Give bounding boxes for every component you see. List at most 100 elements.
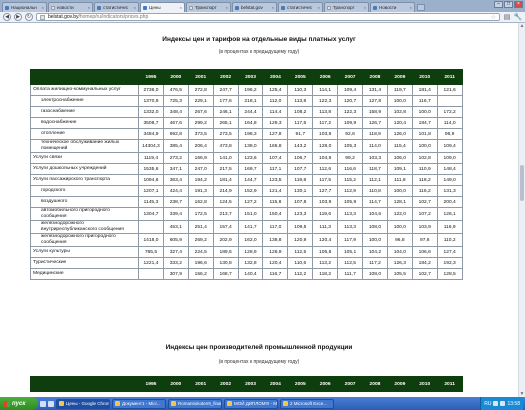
browser-tab[interactable]: Транспорт × bbox=[186, 2, 231, 12]
year-header: 2002 bbox=[212, 376, 239, 392]
vertical-scrollbar[interactable]: ▲ ▼ bbox=[518, 23, 525, 397]
browser-tab[interactable]: Транспорт × bbox=[324, 2, 369, 12]
value-cell: 120,4 bbox=[312, 233, 339, 247]
value-cell: 100,0 bbox=[386, 95, 413, 107]
browser-tab[interactable]: новости × bbox=[48, 2, 93, 12]
row-label: железнодорожного пригородного сообщения bbox=[30, 233, 139, 247]
tab-close-icon[interactable]: × bbox=[410, 5, 412, 10]
quick-launch-icon[interactable] bbox=[40, 400, 46, 407]
favicon-icon bbox=[281, 5, 285, 10]
value-cell: 273,5 bbox=[212, 128, 239, 140]
value-cell: 97,6 bbox=[411, 233, 438, 247]
value-cell: 117,9 bbox=[337, 233, 364, 247]
value-cell: 100,0 bbox=[411, 139, 438, 153]
value-cell: 118,7 bbox=[362, 163, 388, 175]
value-cell: 96,9 bbox=[436, 128, 463, 140]
value-cell: 117,5 bbox=[287, 117, 314, 129]
browser-tab[interactable]: Цены × bbox=[140, 2, 185, 12]
browser-tab[interactable]: статистичес × bbox=[94, 2, 139, 12]
quick-launch-icon[interactable] bbox=[48, 400, 54, 407]
value-cell: 105,1 bbox=[337, 246, 364, 258]
scroll-thumb[interactable] bbox=[520, 165, 524, 201]
tab-close-icon[interactable]: × bbox=[226, 5, 228, 10]
reload-icon: ↻ bbox=[26, 13, 32, 20]
section2-title: Индексы цен производителей промышленной … bbox=[165, 344, 353, 351]
browser-tab[interactable]: Новости × bbox=[370, 2, 415, 12]
value-cell: 119,6 bbox=[312, 207, 339, 221]
value-cell: 168,7 bbox=[212, 268, 239, 280]
tray-volume-icon[interactable] bbox=[500, 401, 506, 406]
forward-button[interactable]: ▶ bbox=[14, 13, 22, 21]
language-indicator[interactable]: RU bbox=[484, 401, 491, 407]
row-label: техническое обслуживание жилых помещений bbox=[30, 139, 139, 153]
value-cell: 116,2 bbox=[411, 185, 438, 197]
taskbar-task-button[interactable]: Документ1 - Micr... bbox=[112, 398, 166, 409]
bookmark-star-icon[interactable]: ☆ bbox=[491, 14, 496, 21]
tab-close-icon[interactable]: × bbox=[272, 5, 274, 10]
favicon-icon bbox=[51, 5, 55, 10]
value-cell: 238,7 bbox=[162, 196, 189, 208]
app-icon bbox=[59, 401, 64, 406]
taskbar-task-button[interactable]: 2 Microsoft Exce... bbox=[280, 398, 334, 409]
value-cell: 181,4 bbox=[411, 84, 438, 96]
table-row: техническое обслуживание жилых помещений… bbox=[30, 139, 463, 153]
value-cell: 106,6 bbox=[411, 246, 438, 258]
back-button[interactable]: ◀ bbox=[3, 13, 11, 21]
table-row: водоснабжение 3508,7 467,6 299,2 265,1 164,8 1… bbox=[30, 117, 463, 129]
tab-close-icon[interactable]: × bbox=[88, 5, 90, 10]
tab-close-icon[interactable]: × bbox=[364, 5, 366, 10]
tab-close-icon[interactable]: × bbox=[318, 5, 320, 10]
value-cell: 105,9 bbox=[337, 196, 364, 208]
value-cell: 115,2 bbox=[337, 174, 364, 186]
value-cell: 299,2 bbox=[187, 117, 214, 129]
close-window-button[interactable]: × bbox=[514, 1, 523, 8]
value-cell: 144,7 bbox=[237, 174, 264, 186]
value-cell bbox=[138, 268, 164, 280]
value-cell: 123,6 bbox=[237, 152, 264, 164]
minimize-button[interactable]: – bbox=[494, 1, 503, 8]
taskbar-task-button[interactable]: МОЙ ДИПЛОМ!!! - Micr... bbox=[224, 398, 278, 409]
browser-tab[interactable]: Национальн × bbox=[2, 2, 47, 12]
reload-button[interactable]: ↻ bbox=[25, 13, 33, 21]
tab-close-icon[interactable]: × bbox=[180, 5, 182, 10]
favicon-icon bbox=[189, 5, 193, 10]
tab-close-icon[interactable]: × bbox=[134, 5, 136, 10]
tray-network-icon[interactable] bbox=[493, 401, 499, 406]
services-price-index-table: 1995 2000 2001 2002 2003 2004 2005 2006 2007 2008… bbox=[30, 69, 463, 280]
value-cell: 206,4 bbox=[187, 139, 214, 153]
value-cell: 114,0 bbox=[362, 139, 388, 153]
taskbar-task-button[interactable]: Romantiokoten9_final... bbox=[168, 398, 222, 409]
address-path: /homep/ru/indicators/prices.php bbox=[78, 14, 149, 20]
taskbar-task-button[interactable]: Цены - Google Chrome bbox=[56, 398, 110, 409]
value-cell: 109,4 bbox=[436, 139, 463, 153]
maximize-button[interactable]: □ bbox=[504, 1, 513, 8]
address-host: belstat.gov.by bbox=[48, 14, 79, 20]
table-row: отопление 3484,9 692,8 373,5 273,5 198,3 127,8… bbox=[30, 128, 463, 140]
new-tab-button[interactable] bbox=[417, 4, 425, 11]
value-cell: 166,9 bbox=[187, 152, 214, 164]
value-cell: 785,5 bbox=[138, 246, 164, 258]
value-cell: 1535,6 bbox=[138, 163, 164, 175]
wrench-icon[interactable]: 🔧 bbox=[514, 13, 523, 21]
section2-subtitle: (в процентах к предыдущему году) bbox=[218, 359, 300, 365]
start-button[interactable]: пуск bbox=[0, 397, 38, 410]
value-cell: 196,2 bbox=[237, 84, 264, 96]
table-row: Услуги дошкольных учреждений 1535,6 347,1 2… bbox=[30, 163, 463, 175]
value-cell: 1119,4 bbox=[138, 152, 164, 164]
value-cell: 229,1 bbox=[187, 95, 214, 107]
year-header: 2003 bbox=[237, 376, 264, 392]
year-header: 2011 bbox=[436, 69, 463, 85]
year-header: 1995 bbox=[138, 69, 164, 85]
header-corner bbox=[30, 69, 139, 85]
browser-tab[interactable]: belstat.gov × bbox=[232, 2, 277, 12]
value-cell: 3484,9 bbox=[138, 128, 164, 140]
value-cell: 126,1 bbox=[436, 207, 463, 221]
value-cell: 177,6 bbox=[212, 95, 239, 107]
browser-tab[interactable]: статистичес × bbox=[278, 2, 323, 12]
tab-close-icon[interactable]: × bbox=[42, 5, 44, 10]
page-menu-icon[interactable]: ▤ bbox=[503, 13, 511, 21]
value-cell: 181,4 bbox=[212, 174, 239, 186]
scroll-up-icon[interactable]: ▲ bbox=[519, 23, 525, 29]
address-bar[interactable]: belstat.gov.by/homep/ru/indicators/price… bbox=[36, 13, 500, 21]
table-row: железнодорожного внутриреспубликанского … bbox=[30, 220, 463, 234]
